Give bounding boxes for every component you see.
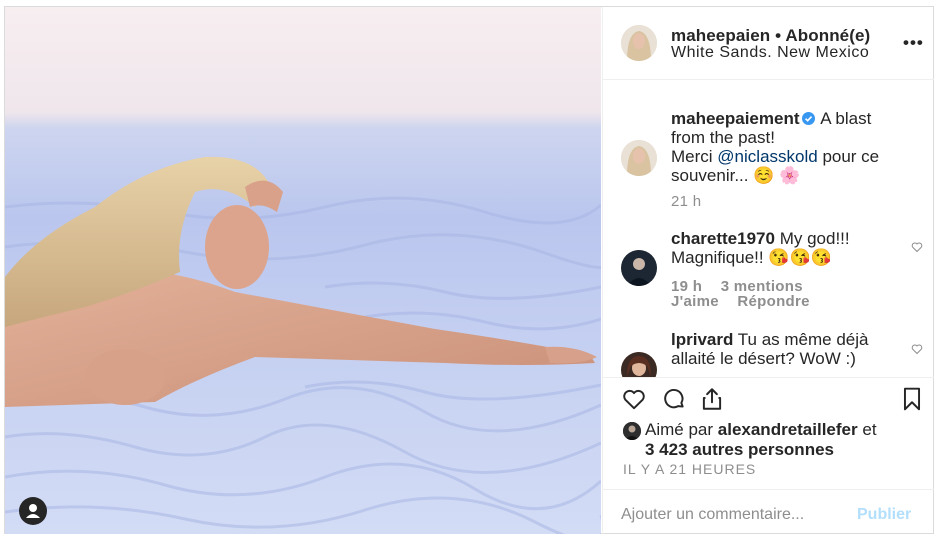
caption-emojis: ☺️ 🌸: [753, 166, 801, 185]
caption-username[interactable]: maheepaiement: [671, 109, 800, 128]
comment-icon[interactable]: [661, 386, 687, 412]
author-avatar[interactable]: [621, 25, 657, 61]
photo-illustration: [5, 156, 601, 534]
comments-list[interactable]: maheepaiement A blast from the past! Mer…: [603, 80, 934, 377]
caption-avatar[interactable]: [621, 140, 657, 176]
comment-avatar[interactable]: [621, 250, 657, 286]
liker-username[interactable]: alexandretaillefer: [718, 420, 858, 439]
comment: lprivard Tu as même déjà allaité le dése…: [671, 330, 906, 368]
comment-username[interactable]: charette1970: [671, 229, 775, 248]
comment-like-heart-icon[interactable]: [911, 241, 923, 253]
post-actions: Aimé par alexandretaillefer et 3 423 aut…: [603, 377, 934, 535]
post-photo[interactable]: [5, 7, 601, 534]
post-header: maheepaien • Abonné(e) White Sands. New …: [603, 7, 934, 80]
comment-actions: J'aime Répondre: [671, 293, 824, 310]
liker-avatar[interactable]: [623, 422, 641, 440]
caption: maheepaiement A blast from the past! Mer…: [671, 109, 906, 185]
more-horizontal-icon[interactable]: •••: [903, 33, 924, 53]
comment-like-link[interactable]: J'aime: [671, 293, 719, 310]
tagged-user-icon[interactable]: [19, 497, 47, 525]
verified-badge-icon: [801, 112, 815, 125]
heart-icon[interactable]: [621, 386, 647, 412]
publish-button[interactable]: Publier: [857, 506, 911, 524]
share-icon[interactable]: [699, 386, 725, 412]
follow-status[interactable]: Abonné(e): [785, 26, 870, 45]
likes-connector: et: [862, 420, 877, 439]
post-timestamp[interactable]: IL Y A 21 HEURES: [623, 461, 756, 477]
instagram-post: maheepaien • Abonné(e) White Sands. New …: [4, 6, 934, 534]
post-sidebar: maheepaien • Abonné(e) White Sands. New …: [602, 7, 934, 534]
add-comment-form: Ajouter un commentaire... Publier: [603, 489, 934, 536]
likes-prefix: Aimé par: [645, 420, 714, 439]
caption-mention[interactable]: @niclasskold: [717, 147, 817, 166]
header-separator: •: [775, 26, 782, 45]
comment-like-heart-icon[interactable]: [911, 343, 923, 355]
location-link[interactable]: White Sands. New Mexico: [671, 44, 869, 62]
likes-text: Aimé par alexandretaillefer et 3 423 aut…: [645, 420, 935, 460]
comment-reply-link[interactable]: Répondre: [737, 293, 809, 310]
bookmark-icon[interactable]: [899, 386, 925, 412]
likes-others[interactable]: 3 423 autres personnes: [645, 440, 834, 459]
comment-username[interactable]: lprivard: [671, 330, 733, 349]
caption-merci: Merci: [671, 147, 713, 166]
header-title-line: maheepaien • Abonné(e): [671, 26, 870, 46]
caption-time[interactable]: 21 h: [671, 193, 701, 210]
comment: charette1970 My god!!! Magnifique!! 😘😘😘: [671, 229, 906, 267]
comment-input[interactable]: Ajouter un commentaire...: [621, 506, 804, 524]
comment-avatar[interactable]: [621, 352, 657, 377]
author-username[interactable]: maheepaien: [671, 26, 770, 45]
